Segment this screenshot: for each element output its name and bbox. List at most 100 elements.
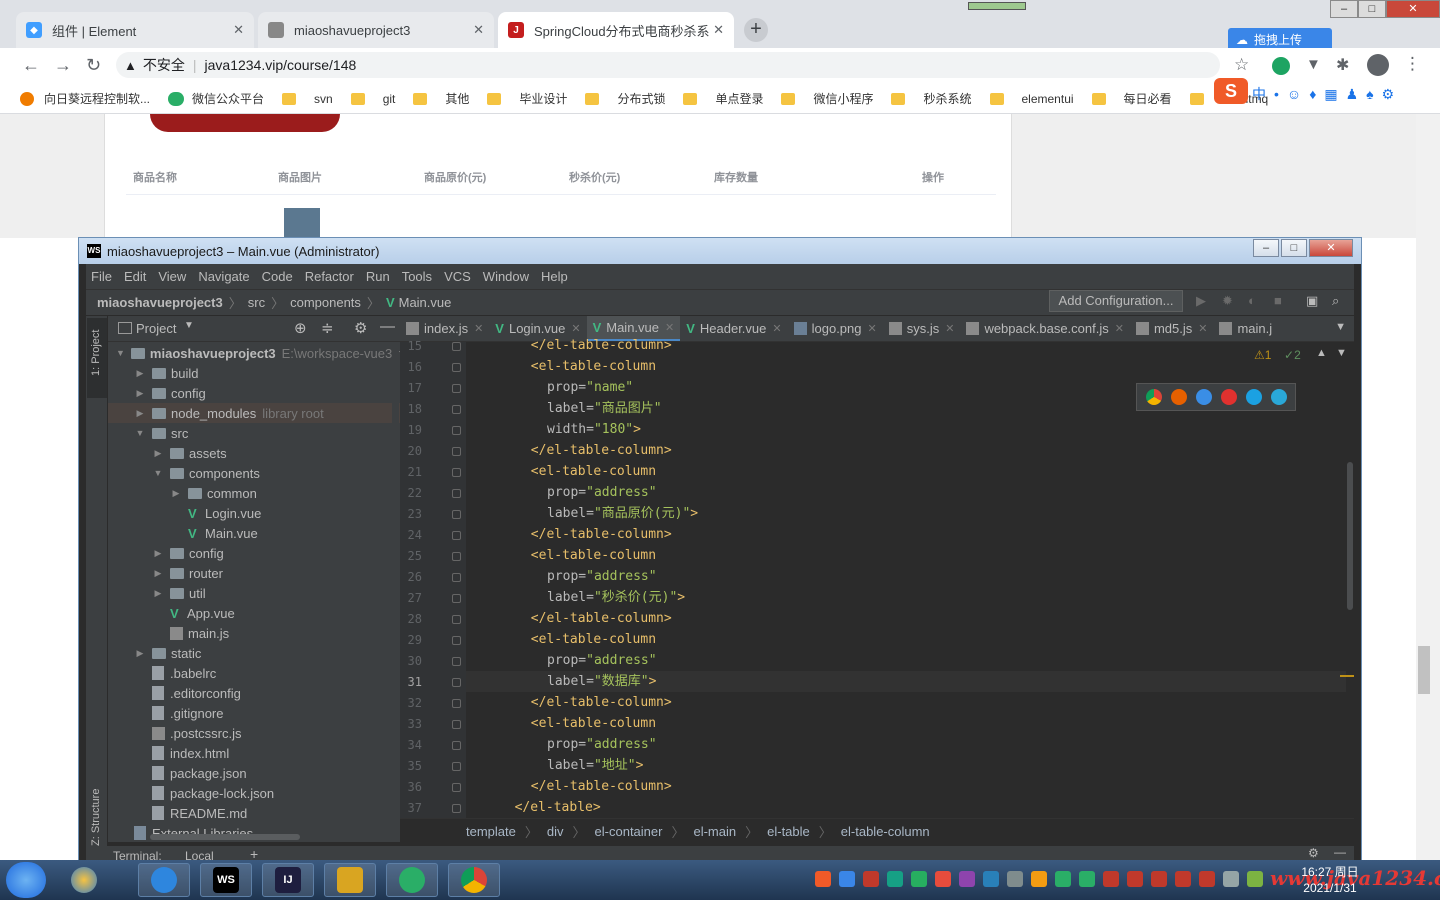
tree-item[interactable]: .editorconfig: [108, 683, 400, 703]
tree-item[interactable]: ▼ miaoshavueproject3 E:\workspace-vue3\r: [108, 343, 400, 363]
close-icon[interactable]: ✕: [1198, 322, 1207, 335]
tree-item[interactable]: V Main.vue: [108, 523, 400, 543]
fold-marker-icon[interactable]: [452, 426, 461, 435]
taskbar-app-wechat[interactable]: [386, 863, 438, 897]
tree-item[interactable]: README.md: [108, 803, 400, 823]
bookmark-item[interactable]: 微信公众平台: [168, 90, 264, 107]
tree-item[interactable]: ▶ config: [108, 383, 400, 403]
editor-tab[interactable]: webpack.base.conf.js ✕: [960, 316, 1130, 341]
ide-maximize-button[interactable]: □: [1281, 239, 1307, 257]
taskbar-app-chrome[interactable]: [448, 863, 500, 897]
tabs-overflow-icon[interactable]: ▼: [1335, 321, 1346, 333]
tree-item[interactable]: V Login.vue: [108, 503, 400, 523]
page-scrollbar-thumb[interactable]: [1418, 646, 1430, 694]
fold-marker-icon[interactable]: [452, 804, 461, 813]
chevron-up-icon[interactable]: ▲: [1316, 347, 1327, 359]
tray-icon[interactable]: [1079, 871, 1095, 887]
stop-icon[interactable]: ■: [1274, 293, 1282, 308]
editor-tab[interactable]: sys.js ✕: [883, 316, 961, 341]
editor-tab[interactable]: V Header.vue ✕: [680, 316, 787, 341]
tray-icon[interactable]: [1103, 871, 1119, 887]
bookmark-folder[interactable]: 毕业设计: [487, 90, 567, 107]
project-tool-label[interactable]: 1: Project: [90, 330, 102, 376]
ide-close-button[interactable]: ✕: [1309, 239, 1353, 257]
back-icon[interactable]: ←: [22, 55, 40, 76]
editor-tab[interactable]: logo.png ✕: [788, 316, 883, 341]
fold-marker-icon[interactable]: [452, 762, 461, 771]
taskbar-app-browser[interactable]: [138, 863, 190, 897]
fold-marker-icon[interactable]: [452, 489, 461, 498]
chevron-down-icon[interactable]: ▼: [152, 468, 164, 478]
menu-file[interactable]: File: [91, 269, 112, 284]
fold-marker-icon[interactable]: [452, 678, 461, 687]
debug-icon[interactable]: ✹: [1222, 293, 1233, 309]
fold-marker-icon[interactable]: [452, 342, 461, 351]
hide-panel-icon[interactable]: —: [380, 318, 395, 335]
crumb[interactable]: template: [466, 824, 516, 839]
minimize-button[interactable]: –: [1330, 0, 1358, 18]
browser-tab-project[interactable]: miaoshavueproject3 ✕: [258, 12, 494, 48]
firefox-icon[interactable]: [1170, 389, 1187, 405]
tree-item[interactable]: package-lock.json: [108, 783, 400, 803]
bookmark-folder[interactable]: 每日必看: [1091, 90, 1172, 107]
browser-tab-springcloud[interactable]: J SpringCloud分布式电商秒杀系 ✕: [498, 12, 734, 48]
close-icon[interactable]: ✕: [945, 322, 954, 335]
project-view-selector[interactable]: Project: [136, 321, 176, 336]
crumb[interactable]: el-table: [767, 824, 810, 839]
forward-icon[interactable]: →: [54, 55, 72, 76]
tree-item[interactable]: V App.vue: [108, 603, 400, 623]
ime-toolbar-icons[interactable]: 中•☺♦▦♟♠⚙: [1252, 84, 1402, 104]
menu-navigate[interactable]: Navigate: [198, 269, 249, 284]
close-window-button[interactable]: ✕: [1386, 0, 1440, 18]
tray-icon[interactable]: [983, 871, 999, 887]
ide-minimize-button[interactable]: –: [1253, 239, 1279, 257]
bookmark-folder[interactable]: git: [350, 92, 395, 106]
tree-item[interactable]: ▶ static: [108, 643, 400, 663]
tree-item[interactable]: ▼ components: [108, 463, 400, 483]
chevron-right-icon[interactable]: ▶: [152, 588, 164, 599]
bookmark-folder[interactable]: 单点登录: [683, 90, 763, 107]
edge-icon[interactable]: [1270, 389, 1287, 405]
chevron-down-icon[interactable]: ▼: [116, 348, 125, 358]
close-icon[interactable]: ✕: [713, 22, 724, 38]
add-configuration-button[interactable]: Add Configuration...: [1049, 290, 1183, 312]
tree-item[interactable]: ▼ src: [108, 423, 400, 443]
chevron-right-icon[interactable]: ▶: [152, 448, 164, 459]
fold-marker-icon[interactable]: [452, 552, 461, 561]
page-scrollbar[interactable]: [1416, 114, 1440, 860]
project-structure-icon[interactable]: ▣: [1306, 293, 1318, 309]
sogou-ime-icon[interactable]: S: [1214, 78, 1248, 104]
chevron-right-icon[interactable]: ▶: [134, 388, 146, 399]
tray-icon[interactable]: [839, 871, 855, 887]
bookmark-star-icon[interactable]: ☆: [1234, 55, 1249, 75]
gear-icon[interactable]: ⚙: [1308, 846, 1319, 860]
fold-marker-icon[interactable]: [452, 636, 461, 645]
tree-item[interactable]: ▶ node_modules library root: [108, 403, 400, 423]
tree-item[interactable]: index.html: [108, 743, 400, 763]
bookmark-folder[interactable]: 微信小程序: [781, 90, 873, 107]
tree-item[interactable]: main.js: [108, 623, 400, 643]
close-icon[interactable]: ✕: [665, 321, 674, 334]
inspection-warnings[interactable]: ⚠1: [1254, 348, 1271, 362]
locate-icon[interactable]: ⊕: [294, 319, 307, 337]
crumb[interactable]: el-container: [595, 824, 663, 839]
fold-marker-icon[interactable]: [452, 384, 461, 393]
tray-icon[interactable]: [935, 871, 951, 887]
fold-marker-icon[interactable]: [452, 594, 461, 603]
browser-tab-element[interactable]: ◆ 组件 | Element ✕: [16, 12, 254, 48]
tray-icon[interactable]: [1007, 871, 1023, 887]
chevron-right-icon[interactable]: ▶: [134, 408, 146, 419]
maximize-button[interactable]: □: [1358, 0, 1386, 18]
tray-icon[interactable]: [1175, 871, 1191, 887]
tree-item[interactable]: package.json: [108, 763, 400, 783]
crumb[interactable]: el-main: [693, 824, 736, 839]
tray-icon[interactable]: [1223, 871, 1239, 887]
new-tab-button[interactable]: +: [744, 18, 768, 42]
project-scrollbar[interactable]: [392, 342, 399, 842]
reload-icon[interactable]: ↻: [86, 55, 101, 76]
tree-item[interactable]: ▶ common: [108, 483, 400, 503]
chevron-right-icon[interactable]: ▶: [152, 548, 164, 559]
menu-view[interactable]: View: [158, 269, 186, 284]
close-icon[interactable]: ✕: [571, 322, 580, 335]
tree-item[interactable]: ▶ config: [108, 543, 400, 563]
